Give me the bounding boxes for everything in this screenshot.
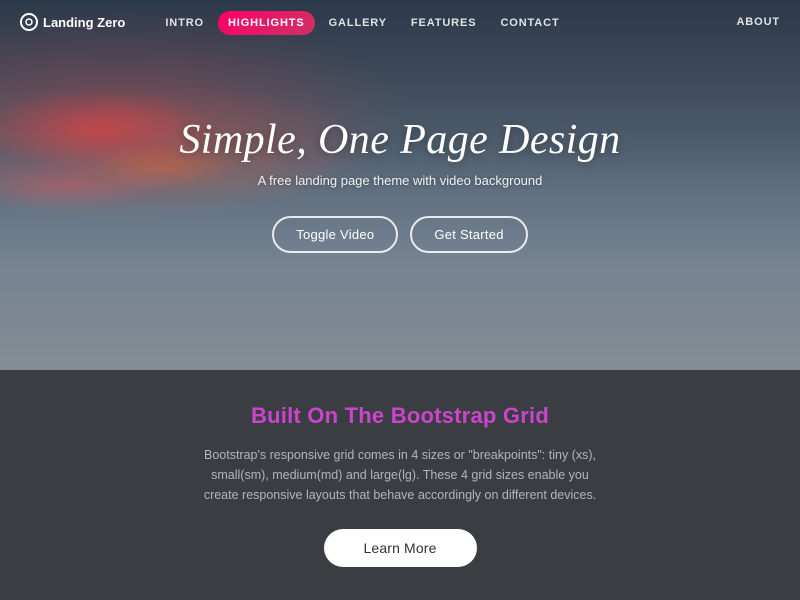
hero-buttons: Toggle Video Get Started — [179, 216, 620, 253]
logo-text: Landing Zero — [43, 15, 125, 30]
nav-logo[interactable]: Landing Zero — [20, 13, 125, 31]
get-started-button[interactable]: Get Started — [410, 216, 527, 253]
nav-item-intro[interactable]: INTRO — [155, 13, 214, 31]
bottom-description: Bootstrap's responsive grid comes in 4 s… — [200, 445, 600, 505]
nav-item-highlights[interactable]: HIGHLIGHTS — [218, 13, 315, 31]
hero-subtitle: A free landing page theme with video bac… — [179, 173, 620, 188]
toggle-video-button[interactable]: Toggle Video — [272, 216, 398, 253]
bottom-section: Built On The Bootstrap Grid Bootstrap's … — [0, 370, 800, 600]
nav-about[interactable]: ABOUT — [736, 16, 780, 28]
nav-item-features[interactable]: FEATURES — [401, 13, 487, 31]
bottom-title: Built On The Bootstrap Grid — [251, 403, 549, 429]
navbar: Landing Zero INTRO HIGHLIGHTS GALLERY FE… — [0, 0, 800, 44]
learn-more-button[interactable]: Learn More — [324, 529, 477, 567]
hero-title: Simple, One Page Design — [179, 117, 620, 163]
nav-item-contact[interactable]: CONTACT — [490, 13, 569, 31]
hero-section: Simple, One Page Design A free landing p… — [0, 0, 800, 370]
nav-links: INTRO HIGHLIGHTS GALLERY FEATURES CONTAC… — [155, 13, 736, 31]
hero-content: Simple, One Page Design A free landing p… — [179, 117, 620, 253]
logo-icon — [20, 13, 38, 31]
nav-item-gallery[interactable]: GALLERY — [319, 13, 397, 31]
